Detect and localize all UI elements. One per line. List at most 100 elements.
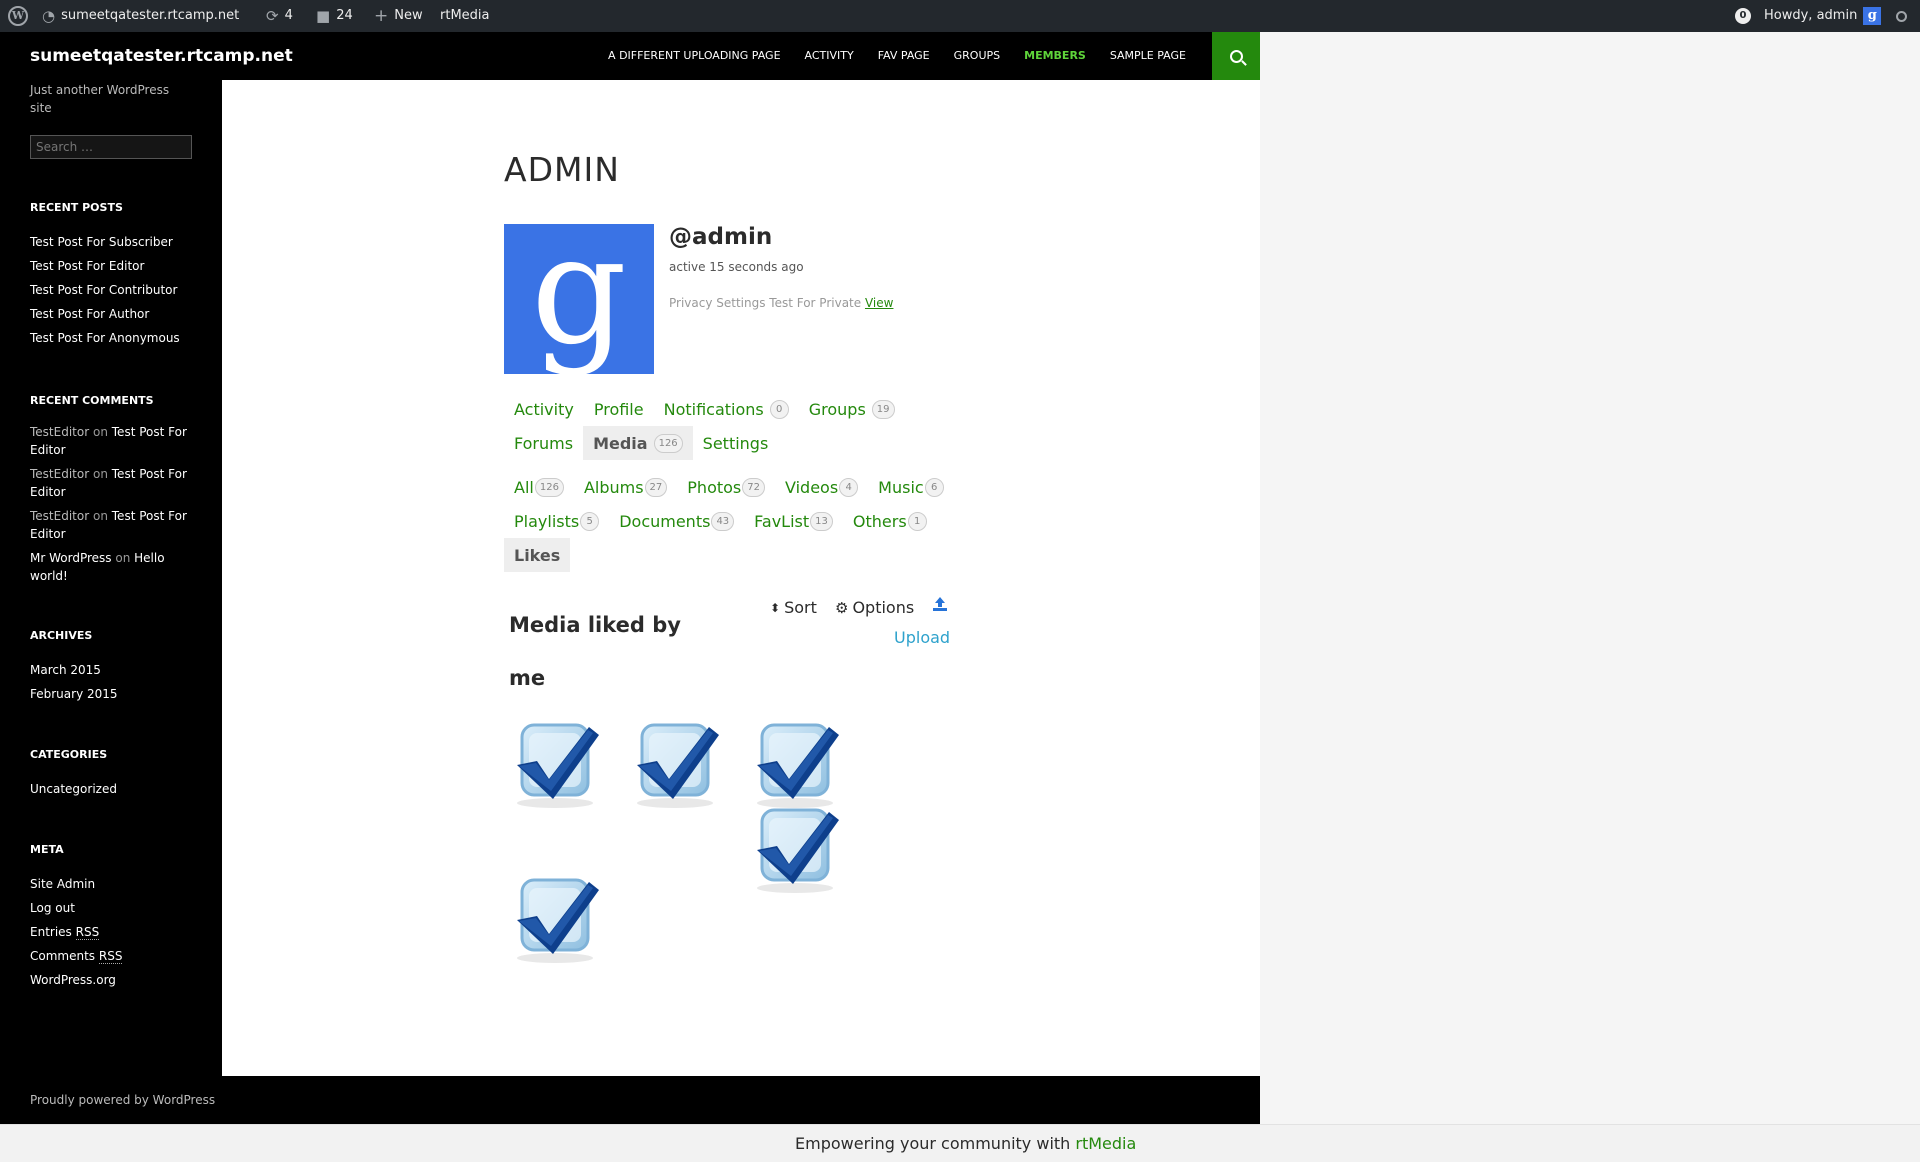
nav-item-groups[interactable]: Groups: [942, 32, 1013, 80]
options-label: Options: [852, 598, 915, 617]
site-tagline: Just another WordPress site: [30, 83, 170, 115]
recent-post-link[interactable]: Test Post For Subscriber: [30, 230, 192, 254]
site-title[interactable]: sumeetqatester.rtcamp.net: [30, 32, 293, 80]
notification-count: 0: [1735, 8, 1751, 24]
recent-post-link[interactable]: Test Post For Anonymous: [30, 326, 192, 350]
my-account-menu[interactable]: Howdy, admin g: [1764, 0, 1882, 32]
media-thumbnail[interactable]: [627, 713, 722, 813]
recent-post-link[interactable]: Test Post For Contributor: [30, 278, 192, 302]
profile-tabs-row-1: Activity Profile Notifications 0 Groups 19: [504, 392, 905, 426]
tab-profile[interactable]: Profile: [584, 392, 654, 426]
entries-rss-link[interactable]: Entries RSS: [30, 920, 192, 944]
rtmedia-footer-bar: Empowering your community with rtMedia: [0, 1124, 1920, 1162]
plus-icon: +: [374, 6, 389, 26]
search-icon: [1229, 49, 1243, 63]
comment-author[interactable]: Mr WordPress: [30, 551, 112, 565]
new-content-menu[interactable]: + New: [374, 0, 423, 32]
archive-link[interactable]: February 2015: [30, 682, 192, 706]
nav-item-activity[interactable]: Activity: [793, 32, 866, 80]
comment-on-text: on: [92, 509, 108, 523]
subtab-others[interactable]: Others 1: [843, 504, 937, 538]
user-handle: @admin: [669, 224, 773, 250]
comments-rss-link[interactable]: Comments RSS: [30, 944, 192, 968]
logout-link[interactable]: Log out: [30, 896, 192, 920]
subtab-music[interactable]: Music 6: [868, 470, 954, 504]
sort-icon: ⬍: [770, 600, 781, 615]
gallery-heading: Media liked by me: [509, 613, 681, 690]
rtmedia-menu[interactable]: rtMedia: [440, 0, 490, 32]
media-thumbnail[interactable]: [747, 798, 842, 898]
rtmedia-credit: Empowering your community with rtMedia: [795, 1125, 1136, 1162]
user-avatar[interactable]: g: [504, 224, 654, 374]
subtab-documents[interactable]: Documents 43: [609, 504, 744, 538]
upload-icon[interactable]: [932, 596, 948, 612]
subtab-label: Albums: [583, 477, 644, 497]
comment-author: TestEditor: [30, 467, 90, 481]
checkmark-image-icon: [637, 723, 719, 808]
tab-label: Activity: [514, 399, 574, 419]
tab-label: Groups: [808, 399, 866, 419]
notifications-menu[interactable]: 0: [1735, 0, 1751, 32]
svg-text:g: g: [531, 224, 627, 374]
search-toggle-button[interactable]: [1212, 32, 1260, 80]
subtab-videos[interactable]: Videos 4: [775, 470, 868, 504]
subtab-label: Playlists: [514, 511, 580, 531]
category-link[interactable]: Uncategorized: [30, 777, 192, 801]
comments-menu[interactable]: ■ 24: [316, 0, 353, 32]
wordpress-credit-link[interactable]: Proudly powered by WordPress: [30, 1076, 215, 1124]
adminbar-search[interactable]: [1896, 0, 1907, 32]
wordpress-org-link[interactable]: WordPress.org: [30, 968, 192, 992]
checkmark-image-icon: [757, 808, 839, 893]
tab-media[interactable]: Media 126: [583, 426, 693, 460]
recent-post-link[interactable]: Test Post For Editor: [30, 254, 192, 278]
search-icon: [1896, 10, 1907, 22]
site-admin-link[interactable]: Site Admin: [30, 872, 192, 896]
archive-link[interactable]: March 2015: [30, 658, 192, 682]
sort-button[interactable]: ⬍ Sort: [770, 598, 817, 617]
count-badge: 5: [580, 511, 600, 531]
subtab-all[interactable]: All 126: [504, 470, 574, 504]
widget-title: Recent Comments: [30, 394, 154, 407]
nav-item-uploading-page[interactable]: A Different Uploading Page: [596, 32, 793, 80]
tab-activity[interactable]: Activity: [504, 392, 584, 426]
site-name-menu[interactable]: ◔ sumeetqatester.rtcamp.net: [42, 0, 239, 32]
recent-post-link[interactable]: Test Post For Author: [30, 302, 192, 326]
options-button[interactable]: ⚙ Options: [835, 598, 914, 617]
privacy-view-link[interactable]: View: [865, 296, 893, 310]
subtab-likes[interactable]: Likes: [504, 538, 571, 572]
tab-settings[interactable]: Settings: [693, 426, 779, 460]
recent-comment-item: TestEditor on Test Post For Editor: [30, 507, 192, 543]
rtmedia-link[interactable]: rtMedia: [1075, 1134, 1136, 1153]
media-thumbnail[interactable]: [507, 868, 602, 968]
recent-comment-item: TestEditor on Test Post For Editor: [30, 423, 192, 459]
nav-item-members[interactable]: Members: [1012, 32, 1098, 80]
media-thumbnail[interactable]: [507, 713, 602, 813]
main-content: ADMIN g @admin active 15 seconds ago Pri…: [222, 80, 1260, 1076]
count-badge: 126: [534, 477, 564, 497]
nav-item-fav-page[interactable]: Fav Page: [866, 32, 942, 80]
subtab-label: FavList: [754, 511, 810, 531]
count-badge: 1: [907, 511, 927, 531]
subtab-label: Music: [878, 477, 924, 497]
subtab-favlist[interactable]: FavList 13: [744, 504, 843, 538]
widget-title: Categories: [30, 748, 108, 761]
upload-button[interactable]: Upload: [894, 628, 950, 647]
subtab-albums[interactable]: Albums 27: [574, 470, 677, 504]
subtab-label: Videos: [785, 477, 839, 497]
updates-menu[interactable]: ⟳ 4: [266, 0, 293, 32]
site-header: sumeetqatester.rtcamp.net A Different Up…: [0, 32, 1260, 80]
tab-notifications[interactable]: Notifications 0: [654, 392, 799, 426]
sidebar-search-input[interactable]: [30, 135, 192, 159]
gear-icon: ⚙: [835, 598, 849, 617]
tab-label: Profile: [593, 399, 644, 419]
comment-author: TestEditor: [30, 425, 90, 439]
tab-groups[interactable]: Groups 19: [799, 392, 905, 426]
comment-on-text: on: [92, 425, 108, 439]
subtab-photos[interactable]: Photos 72: [677, 470, 775, 504]
wordpress-logo-menu[interactable]: W: [8, 0, 28, 32]
nav-item-sample-page[interactable]: Sample Page: [1098, 32, 1198, 80]
tab-label: Forums: [514, 433, 574, 453]
comment-on-text: on: [115, 551, 131, 565]
tab-forums[interactable]: Forums: [504, 426, 583, 460]
subtab-playlists[interactable]: Playlists 5: [504, 504, 609, 538]
